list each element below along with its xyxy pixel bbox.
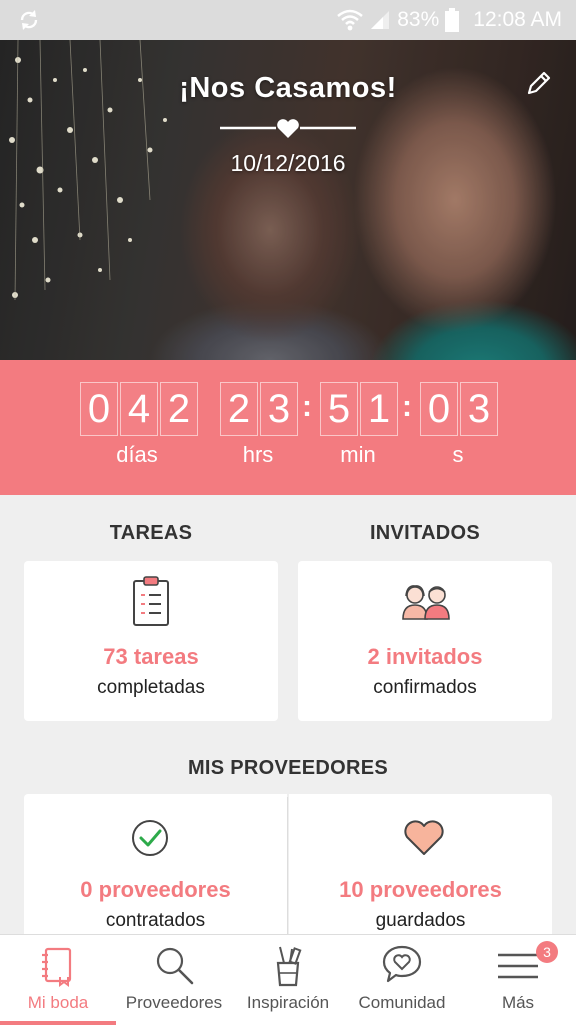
clock: 12:08 AM [473, 8, 562, 31]
pencil-cup-icon [276, 946, 302, 987]
digit: 4 [120, 382, 158, 436]
wedding-date: 10/12/2016 [230, 150, 346, 176]
sync-icon [20, 10, 38, 30]
couple-guests-icon [402, 585, 450, 620]
seconds-label: s [452, 442, 464, 467]
chat-heart-icon [382, 945, 422, 983]
nav-label: Más [501, 993, 535, 1012]
hero-title: ¡Nos Casamos! [179, 72, 397, 104]
nav-label: Proveedores [125, 993, 223, 1012]
nav-mas[interactable]: Más [460, 935, 576, 1025]
days-label: días [116, 442, 158, 467]
edit-pencil-icon[interactable] [524, 68, 554, 98]
nav-inspiracion[interactable]: Inspiración [232, 935, 344, 1025]
search-icon [156, 947, 194, 985]
hired-vendors-sub: contratados [105, 910, 206, 931]
tasks-count: 73 tareas [103, 644, 199, 669]
card-divider [287, 797, 288, 937]
days-digits: 0 4 2 [80, 382, 200, 436]
digit: 2 [220, 382, 258, 436]
nav-label: Comunidad [358, 993, 446, 1012]
colon-separator: : [402, 390, 412, 423]
tasks-sub: completadas [97, 677, 205, 698]
digit: 2 [160, 382, 198, 436]
active-tab-indicator [0, 1021, 116, 1025]
nav-label: Inspiración [246, 993, 330, 1012]
hours-digits: 2 3 [220, 382, 300, 436]
guests-heading: INVITADOS [369, 522, 481, 544]
countdown-panel: 0 4 2 2 3 : 5 1 : 0 3 días hrs min s [0, 360, 576, 495]
digit: 0 [420, 382, 458, 436]
digit: 3 [260, 382, 298, 436]
hero-photo: ¡Nos Casamos! 10/12/2016 [0, 40, 576, 360]
vendors-heading: MIS PROVEEDORES [187, 757, 389, 779]
nav-comunidad[interactable]: Comunidad [344, 935, 460, 1025]
signal-icon [371, 11, 390, 29]
seconds-digits: 0 3 [420, 382, 500, 436]
guests-sub: confirmados [373, 677, 477, 698]
saved-vendors-sub: guardados [375, 910, 466, 931]
nav-label: Mi boda [27, 993, 89, 1012]
notification-badge: 3 [536, 941, 558, 963]
digit: 0 [80, 382, 118, 436]
digit: 1 [360, 382, 398, 436]
minutes-digits: 5 1 [320, 382, 400, 436]
heart-divider [220, 119, 356, 138]
hired-vendors-count: 0 proveedores [80, 877, 231, 902]
status-bar: 83% 12:08 AM [0, 0, 576, 40]
bottom-navigation: Mi boda Proveedores Inspiración Comunida… [0, 934, 576, 1025]
tasks-heading: TAREAS [109, 522, 193, 544]
hours-label: hrs [242, 442, 274, 467]
digit: 3 [460, 382, 498, 436]
notebook-icon [42, 947, 72, 987]
digit: 5 [320, 382, 358, 436]
colon-separator: : [302, 390, 312, 423]
minutes-label: min [340, 442, 376, 467]
saved-vendors-count: 10 proveedores [339, 877, 502, 902]
saved-vendors-card[interactable]: 10 proveedores guardados [289, 794, 552, 944]
guests-count: 2 invitados [367, 644, 483, 669]
heart-icon [404, 820, 444, 855]
tasks-card[interactable]: 73 tareas completadas [24, 561, 278, 721]
nav-mi-boda[interactable]: Mi boda [0, 935, 116, 1025]
battery-icon [445, 8, 460, 32]
check-circle-icon [132, 820, 168, 856]
wifi-icon [337, 9, 364, 31]
battery-percent: 83% [397, 8, 440, 31]
clipboard-checklist-icon [133, 576, 169, 626]
menu-icon [498, 953, 538, 979]
hired-vendors-card[interactable]: 0 proveedores contratados [24, 794, 287, 944]
nav-proveedores[interactable]: Proveedores [116, 935, 232, 1025]
guests-card[interactable]: 2 invitados confirmados [298, 561, 552, 721]
